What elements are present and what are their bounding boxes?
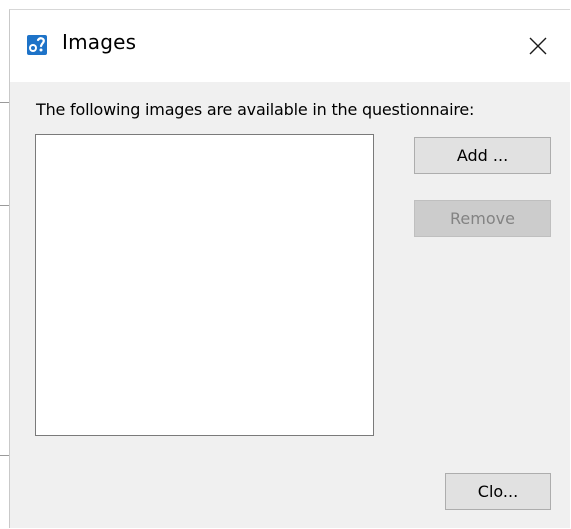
images-dialog: Images The following images are availabl… (9, 9, 570, 528)
images-prompt-label: The following images are available in th… (36, 100, 475, 119)
add-image-button[interactable]: Add ... (414, 137, 551, 174)
close-button[interactable]: Clo... (445, 473, 551, 510)
background-edge-mark (0, 102, 9, 103)
title-bar[interactable]: Images (10, 10, 570, 82)
questionnaire-app-icon (27, 35, 47, 55)
remove-image-button[interactable]: Remove (414, 200, 551, 237)
background-edge-mark (0, 205, 9, 206)
close-window-button[interactable] (518, 28, 558, 64)
background-edge-mark (0, 455, 9, 456)
close-icon (529, 37, 547, 55)
image-list[interactable] (35, 134, 374, 436)
window-title: Images (62, 30, 137, 54)
